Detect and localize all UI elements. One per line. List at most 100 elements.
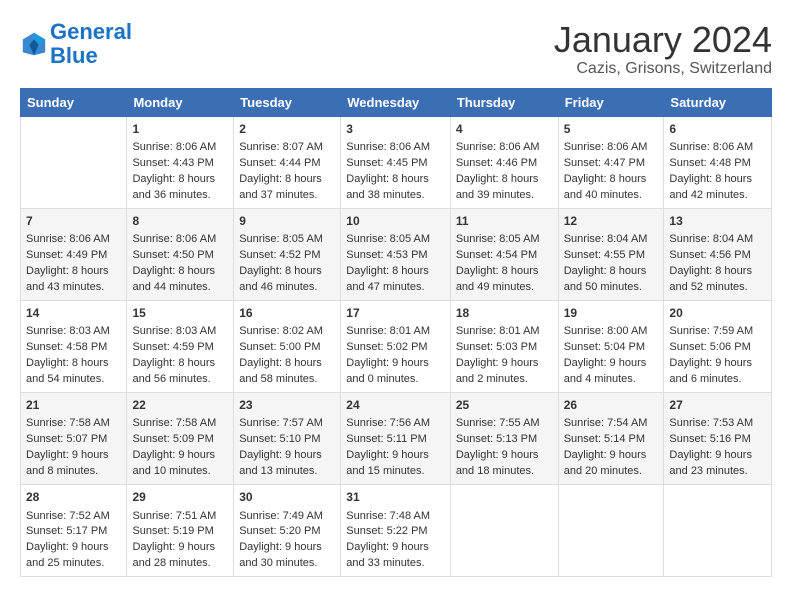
- day-cell: 17Sunrise: 8:01 AMSunset: 5:02 PMDayligh…: [341, 300, 451, 392]
- sunrise-text: Sunrise: 8:06 AM: [564, 141, 648, 153]
- day-number: 4: [456, 121, 553, 138]
- sunset-text: Sunset: 4:45 PM: [346, 157, 427, 169]
- day-number: 26: [564, 397, 659, 414]
- day-cell: [664, 485, 772, 577]
- sunrise-text: Sunrise: 8:03 AM: [132, 325, 216, 337]
- daylight-text: Daylight: 8 hours and 56 minutes.: [132, 357, 215, 385]
- day-cell: 2Sunrise: 8:07 AMSunset: 4:44 PMDaylight…: [234, 116, 341, 208]
- sunrise-text: Sunrise: 8:06 AM: [132, 141, 216, 153]
- daylight-text: Daylight: 8 hours and 43 minutes.: [26, 265, 109, 293]
- sunrise-text: Sunrise: 7:49 AM: [239, 510, 323, 522]
- week-row-4: 21Sunrise: 7:58 AMSunset: 5:07 PMDayligh…: [21, 393, 772, 485]
- daylight-text: Daylight: 9 hours and 10 minutes.: [132, 449, 215, 477]
- daylight-text: Daylight: 8 hours and 52 minutes.: [669, 265, 752, 293]
- header: General Blue January 2024 Cazis, Grisons…: [20, 20, 772, 78]
- daylight-text: Daylight: 8 hours and 47 minutes.: [346, 265, 429, 293]
- sunrise-text: Sunrise: 7:48 AM: [346, 510, 430, 522]
- sunset-text: Sunset: 4:56 PM: [669, 249, 750, 261]
- daylight-text: Daylight: 8 hours and 40 minutes.: [564, 173, 647, 201]
- day-number: 19: [564, 305, 659, 322]
- day-cell: 24Sunrise: 7:56 AMSunset: 5:11 PMDayligh…: [341, 393, 451, 485]
- day-cell: 20Sunrise: 7:59 AMSunset: 5:06 PMDayligh…: [664, 300, 772, 392]
- day-number: 10: [346, 213, 445, 230]
- sunset-text: Sunset: 4:55 PM: [564, 249, 645, 261]
- col-thursday: Thursday: [450, 88, 558, 116]
- day-cell: [450, 485, 558, 577]
- page-subtitle: Cazis, Grisons, Switzerland: [554, 60, 772, 78]
- day-cell: [21, 116, 127, 208]
- sunrise-text: Sunrise: 8:05 AM: [456, 233, 540, 245]
- col-wednesday: Wednesday: [341, 88, 451, 116]
- sunrise-text: Sunrise: 8:02 AM: [239, 325, 323, 337]
- sunrise-text: Sunrise: 7:57 AM: [239, 417, 323, 429]
- day-cell: 3 Sunrise: 8:06 AM Sunset: 4:45 PM Daylight…: [341, 116, 451, 208]
- sunset-text: Sunset: 5:16 PM: [669, 433, 750, 445]
- sunset-text: Sunset: 5:09 PM: [132, 433, 213, 445]
- header-row: Sunday Monday Tuesday Wednesday Thursday…: [21, 88, 772, 116]
- day-cell: 25Sunrise: 7:55 AMSunset: 5:13 PMDayligh…: [450, 393, 558, 485]
- day-cell: 1Sunrise: 8:06 AMSunset: 4:43 PMDaylight…: [127, 116, 234, 208]
- day-number: 14: [26, 305, 121, 322]
- sunrise-text: Sunrise: 8:05 AM: [346, 233, 430, 245]
- day-cell: 15Sunrise: 8:03 AMSunset: 4:59 PMDayligh…: [127, 300, 234, 392]
- day-cell: 14Sunrise: 8:03 AMSunset: 4:58 PMDayligh…: [21, 300, 127, 392]
- day-number: 25: [456, 397, 553, 414]
- sunrise-text: Sunrise: 7:55 AM: [456, 417, 540, 429]
- title-block: January 2024 Cazis, Grisons, Switzerland: [554, 20, 772, 78]
- sunset-text: Sunset: 5:20 PM: [239, 525, 320, 537]
- sunrise-text: Sunrise: 8:06 AM: [132, 233, 216, 245]
- day-number: 11: [456, 213, 553, 230]
- day-cell: 12Sunrise: 8:04 AMSunset: 4:55 PMDayligh…: [558, 208, 664, 300]
- daylight-text: Daylight: 9 hours and 0 minutes.: [346, 357, 429, 385]
- logo-line2: Blue: [50, 43, 98, 68]
- sunrise-text: Sunrise: 8:06 AM: [26, 233, 110, 245]
- page-container: General Blue January 2024 Cazis, Grisons…: [0, 0, 792, 612]
- col-saturday: Saturday: [664, 88, 772, 116]
- day-cell: 13Sunrise: 8:04 AMSunset: 4:56 PMDayligh…: [664, 208, 772, 300]
- day-cell: 26Sunrise: 7:54 AMSunset: 5:14 PMDayligh…: [558, 393, 664, 485]
- sunrise-text: Sunrise: 7:58 AM: [26, 417, 110, 429]
- day-number: 1: [132, 121, 228, 138]
- day-number: 3: [346, 121, 445, 138]
- day-number: 2: [239, 121, 335, 138]
- day-number: 18: [456, 305, 553, 322]
- daylight-text: Daylight: 8 hours and 44 minutes.: [132, 265, 215, 293]
- day-cell: 18Sunrise: 8:01 AMSunset: 5:03 PMDayligh…: [450, 300, 558, 392]
- daylight-text: Daylight: 9 hours and 13 minutes.: [239, 449, 322, 477]
- sunset-text: Sunset: 4:54 PM: [456, 249, 537, 261]
- week-row-2: 7Sunrise: 8:06 AMSunset: 4:49 PMDaylight…: [21, 208, 772, 300]
- sunset-text: Sunset: 4:44 PM: [239, 157, 320, 169]
- day-number: 8: [132, 213, 228, 230]
- sunrise-text: Sunrise: 8:06 AM: [346, 141, 430, 153]
- day-number: 24: [346, 397, 445, 414]
- sunset-text: Sunset: 5:22 PM: [346, 525, 427, 537]
- daylight-text: Daylight: 9 hours and 20 minutes.: [564, 449, 647, 477]
- daylight-text: Daylight: 8 hours and 38 minutes.: [346, 173, 429, 201]
- col-tuesday: Tuesday: [234, 88, 341, 116]
- daylight-text: Daylight: 8 hours and 46 minutes.: [239, 265, 322, 293]
- sunrise-text: Sunrise: 8:00 AM: [564, 325, 648, 337]
- day-cell: 22Sunrise: 7:58 AMSunset: 5:09 PMDayligh…: [127, 393, 234, 485]
- day-number: 5: [564, 121, 659, 138]
- day-cell: 6Sunrise: 8:06 AMSunset: 4:48 PMDaylight…: [664, 116, 772, 208]
- day-number: 17: [346, 305, 445, 322]
- calendar-table: Sunday Monday Tuesday Wednesday Thursday…: [20, 88, 772, 578]
- sunset-text: Sunset: 4:47 PM: [564, 157, 645, 169]
- sunset-text: Sunset: 4:58 PM: [26, 341, 107, 353]
- day-cell: 19Sunrise: 8:00 AMSunset: 5:04 PMDayligh…: [558, 300, 664, 392]
- sunrise-text: Sunrise: 7:51 AM: [132, 510, 216, 522]
- day-cell: 31Sunrise: 7:48 AMSunset: 5:22 PMDayligh…: [341, 485, 451, 577]
- day-number: 9: [239, 213, 335, 230]
- daylight-text: Daylight: 8 hours and 49 minutes.: [456, 265, 539, 293]
- sunrise-text: Sunrise: 7:59 AM: [669, 325, 753, 337]
- day-number: 31: [346, 489, 445, 506]
- daylight-text: Daylight: 9 hours and 18 minutes.: [456, 449, 539, 477]
- day-number: 27: [669, 397, 766, 414]
- day-number: 16: [239, 305, 335, 322]
- day-number: 6: [669, 121, 766, 138]
- week-row-1: 1Sunrise: 8:06 AMSunset: 4:43 PMDaylight…: [21, 116, 772, 208]
- sunset-text: Sunset: 4:49 PM: [26, 249, 107, 261]
- day-cell: 16Sunrise: 8:02 AMSunset: 5:00 PMDayligh…: [234, 300, 341, 392]
- sunrise-text: Sunrise: 8:03 AM: [26, 325, 110, 337]
- daylight-text: Daylight: 8 hours and 37 minutes.: [239, 173, 322, 201]
